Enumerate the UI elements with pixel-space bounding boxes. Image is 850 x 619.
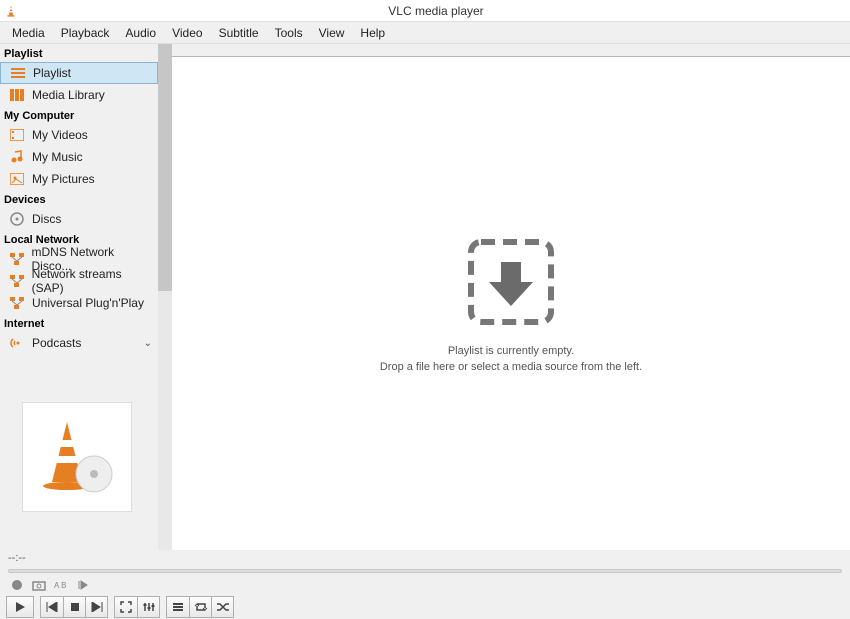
album-art-placeholder <box>22 402 132 512</box>
menu-view[interactable]: View <box>311 24 353 42</box>
menu-media[interactable]: Media <box>4 24 53 42</box>
sidebar-item-sap[interactable]: Network streams (SAP) <box>0 270 158 292</box>
frame-step-button[interactable] <box>74 577 92 593</box>
sidebar-item-label: My Music <box>32 150 83 164</box>
sidebar-item-label: My Pictures <box>32 172 95 186</box>
playlist-content[interactable]: Playlist is currently empty. Drop a file… <box>172 56 850 550</box>
sidebar-item-media-library[interactable]: Media Library <box>0 84 158 106</box>
sidebar-item-label: Podcasts <box>32 336 81 350</box>
sidebar-item-label: Discs <box>32 212 61 226</box>
menu-playback[interactable]: Playback <box>53 24 118 42</box>
next-button[interactable] <box>85 597 107 617</box>
library-icon <box>8 87 26 103</box>
network-icon <box>8 295 26 311</box>
svg-text:A B: A B <box>54 581 66 590</box>
sidebar-item-my-pictures[interactable]: My Pictures <box>0 168 158 190</box>
seek-slider[interactable] <box>8 569 842 573</box>
drop-icon <box>461 232 561 332</box>
fullscreen-button[interactable] <box>115 597 137 617</box>
atob-loop-button[interactable]: A B <box>52 577 70 593</box>
section-devices: Devices <box>0 190 158 208</box>
empty-line-1: Playlist is currently empty. <box>380 344 642 359</box>
sidebar-item-label: Universal Plug'n'Play <box>32 296 144 310</box>
play-button[interactable] <box>7 597 33 617</box>
loop-button[interactable] <box>189 597 211 617</box>
sidebar-item-my-videos[interactable]: My Videos <box>0 124 158 146</box>
picture-icon <box>8 171 26 187</box>
menu-subtitle[interactable]: Subtitle <box>211 24 267 42</box>
previous-button[interactable] <box>41 597 63 617</box>
sidebar-item-podcasts[interactable]: Podcasts ⌄ <box>0 332 158 354</box>
menu-video[interactable]: Video <box>164 24 210 42</box>
sidebar-item-label: Network streams (SAP) <box>32 267 154 295</box>
network-icon <box>8 273 26 289</box>
sidebar-item-label: Playlist <box>33 66 71 80</box>
stop-button[interactable] <box>63 597 85 617</box>
sidebar-item-upnp[interactable]: Universal Plug'n'Play <box>0 292 158 314</box>
sidebar-scrollbar[interactable] <box>158 44 172 550</box>
sidebar-item-discs[interactable]: Discs <box>0 208 158 230</box>
section-my-computer: My Computer <box>0 106 158 124</box>
empty-line-2: Drop a file here or select a media sourc… <box>380 360 642 375</box>
podcast-icon <box>8 335 26 351</box>
window-title: VLC media player <box>22 4 850 18</box>
video-icon <box>8 127 26 143</box>
menu-tools[interactable]: Tools <box>267 24 311 42</box>
chevron-down-icon: ⌄ <box>144 338 152 349</box>
extended-settings-button[interactable] <box>137 597 159 617</box>
sidebar-item-my-music[interactable]: My Music <box>0 146 158 168</box>
menu-help[interactable]: Help <box>352 24 393 42</box>
record-button[interactable] <box>8 577 26 593</box>
sidebar-item-label: My Videos <box>32 128 88 142</box>
music-icon <box>8 149 26 165</box>
section-internet: Internet <box>0 314 158 332</box>
time-elapsed[interactable]: --:-- <box>8 552 26 564</box>
disc-icon <box>8 211 26 227</box>
sidebar-item-playlist[interactable]: Playlist <box>0 62 158 84</box>
menubar: Media Playback Audio Video Subtitle Tool… <box>0 22 850 44</box>
sidebar-item-label: Media Library <box>32 88 105 102</box>
sidebar: Playlist Playlist Media Library My Compu… <box>0 44 158 550</box>
snapshot-button[interactable] <box>30 577 48 593</box>
playlist-icon <box>9 65 27 81</box>
app-logo <box>0 4 22 18</box>
shuffle-button[interactable] <box>211 597 233 617</box>
playlist-toggle-button[interactable] <box>167 597 189 617</box>
section-playlist: Playlist <box>0 44 158 62</box>
menu-audio[interactable]: Audio <box>117 24 164 42</box>
network-icon <box>8 251 26 267</box>
